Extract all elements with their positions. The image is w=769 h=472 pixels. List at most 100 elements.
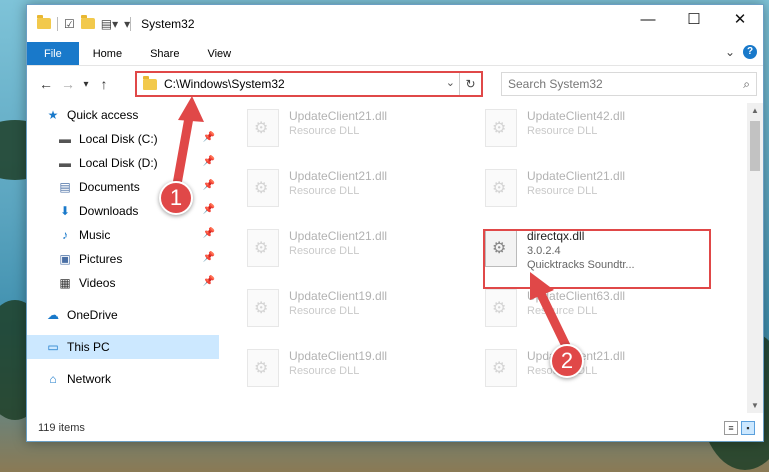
videos-icon: ▦ xyxy=(59,276,71,290)
file-name: UpdateClient21.dll xyxy=(289,109,388,123)
file-item[interactable]: UpdateClient21.dll Resource DLL xyxy=(247,169,447,219)
file-description: Resource DLL xyxy=(527,305,598,317)
file-name: UpdateClient21.dll xyxy=(527,169,626,183)
pin-icon[interactable]: 📌 xyxy=(203,252,215,263)
address-bar[interactable]: C:\Windows\System32 ⌄ ↻ xyxy=(135,71,483,97)
dll-file-icon xyxy=(247,349,279,387)
file-description: Resource DLL xyxy=(289,305,360,317)
sidebar-item-music[interactable]: ♪ Music 📌 xyxy=(27,223,219,247)
pin-icon[interactable]: 📌 xyxy=(203,276,215,287)
search-icon[interactable]: ⌕ xyxy=(743,77,750,92)
customize-toolbar-icon[interactable]: ▤▾ xyxy=(101,17,118,31)
dll-file-icon xyxy=(485,289,517,327)
downloads-icon: ⬇ xyxy=(59,204,71,218)
file-item[interactable]: UpdateClient42.dll Resource DLL xyxy=(485,109,685,159)
maximize-button[interactable]: ☐ xyxy=(671,5,717,35)
scroll-up-icon[interactable]: ▲ xyxy=(747,106,763,115)
file-name: UpdateClient21.dll xyxy=(289,169,388,183)
sidebar-item-label: Network xyxy=(67,372,112,386)
step-1-badge: 1 xyxy=(159,181,193,215)
network-icon: ⌂ xyxy=(49,372,57,386)
search-input[interactable]: Search System32 ⌕ xyxy=(501,72,757,96)
file-item[interactable]: UpdateClient21.dll Resource DLL xyxy=(247,109,447,159)
tab-view[interactable]: View xyxy=(193,42,245,65)
sidebar-item-videos[interactable]: ▦ Videos 📌 xyxy=(27,271,219,295)
file-item[interactable]: UpdateClient21.dll Resource DLL xyxy=(485,169,685,219)
tiles-view-icon[interactable]: ▪ xyxy=(741,421,755,435)
file-description: Resource DLL xyxy=(289,185,360,197)
onedrive-icon: ☁ xyxy=(47,308,59,322)
window-title: System32 xyxy=(141,16,195,31)
minimize-button[interactable]: — xyxy=(625,5,671,35)
file-description: Resource DLL xyxy=(527,125,598,137)
dll-file-icon xyxy=(247,109,279,147)
file-item[interactable]: UpdateClient19.dll Resource DLL xyxy=(247,289,447,339)
sidebar-item-label: Music xyxy=(79,228,111,242)
sidebar-item-label: Downloads xyxy=(79,204,139,218)
documents-icon: ▤ xyxy=(59,180,71,194)
computer-icon: ▭ xyxy=(47,340,59,354)
dll-file-icon xyxy=(485,109,517,147)
properties-icon[interactable]: ☑ xyxy=(64,17,75,31)
star-icon: ★ xyxy=(47,108,59,122)
dll-file-icon xyxy=(485,169,517,207)
folder-icon xyxy=(37,15,51,29)
new-folder-icon[interactable] xyxy=(80,15,95,29)
refresh-button[interactable]: ↻ xyxy=(459,73,481,95)
file-item[interactable]: UpdateClient21.dllResource DLL xyxy=(485,349,685,399)
file-item[interactable]: UpdateClient21.dllResource DLL xyxy=(247,229,447,279)
sidebar-item-label: Quick access xyxy=(67,108,139,122)
item-count: 119 items xyxy=(38,422,85,434)
sidebar-item-local-disk-d[interactable]: ▬ Local Disk (D:) 📌 xyxy=(27,151,219,175)
tab-file[interactable]: File xyxy=(27,42,79,65)
sidebar-item-local-disk-c[interactable]: ▬ Local Disk (C:) 📌 xyxy=(27,127,219,151)
tab-home[interactable]: Home xyxy=(79,42,136,65)
forward-button[interactable]: → xyxy=(57,76,79,92)
recent-locations-button[interactable]: ▾ xyxy=(79,79,93,90)
back-button[interactable]: ← xyxy=(35,76,57,92)
file-item[interactable]: UpdateClient19.dll Resource DLL xyxy=(247,349,447,399)
file-name: UpdateClient21.dll xyxy=(289,229,388,243)
step-2-badge: 2 xyxy=(550,344,584,378)
file-name: UpdateClient19.dll xyxy=(289,349,388,363)
file-item[interactable]: UpdateClient63.dll Resource DLL xyxy=(485,289,685,339)
file-description: Resource DLL xyxy=(289,125,360,137)
search-placeholder: Search System32 xyxy=(508,77,603,91)
pin-icon[interactable]: 📌 xyxy=(203,228,215,239)
pin-icon[interactable]: 📌 xyxy=(203,204,215,215)
tab-share[interactable]: Share xyxy=(136,42,193,65)
scroll-thumb[interactable] xyxy=(750,121,760,171)
status-bar: 119 items ≡ ▪ xyxy=(27,415,763,441)
address-path[interactable]: C:\Windows\System32 xyxy=(164,77,285,91)
up-button[interactable]: ↑ xyxy=(93,76,115,92)
file-description: Resource DLL xyxy=(527,185,598,197)
dll-file-icon xyxy=(247,169,279,207)
sidebar-item-network[interactable]: ⌂ Network xyxy=(27,367,219,391)
divider xyxy=(130,16,132,31)
scroll-down-icon[interactable]: ▼ xyxy=(747,401,763,410)
file-name: UpdateClient42.dll xyxy=(527,109,626,123)
sidebar-item-this-pc[interactable]: ▭ This PC xyxy=(27,335,219,359)
drive-icon: ▬ xyxy=(59,132,71,146)
file-name: UpdateClient63.dll xyxy=(527,289,626,303)
pin-icon[interactable]: 📌 xyxy=(203,180,215,191)
quick-access-toolbar: ☑ ▤▾ ▾ xyxy=(27,15,130,31)
dll-file-icon xyxy=(247,229,279,267)
drive-icon: ▬ xyxy=(59,156,71,170)
sidebar-item-label: OneDrive xyxy=(67,308,118,322)
pin-icon[interactable]: 📌 xyxy=(203,156,215,167)
navigation-bar: ← → ▾ ↑ C:\Windows\System32 ⌄ ↻ Search S… xyxy=(27,66,763,102)
help-icon[interactable]: ? xyxy=(743,45,757,59)
window-controls: — ☐ ✕ xyxy=(625,5,763,35)
details-view-icon[interactable]: ≡ xyxy=(724,421,738,435)
sidebar-item-pictures[interactable]: ▣ Pictures 📌 xyxy=(27,247,219,271)
expand-ribbon-icon[interactable]: ⌄ xyxy=(725,45,735,59)
file-description: Resource DLL xyxy=(289,365,360,377)
sidebar-item-onedrive[interactable]: ☁ OneDrive xyxy=(27,303,219,327)
pin-icon[interactable]: 📌 xyxy=(203,132,215,143)
close-button[interactable]: ✕ xyxy=(717,5,763,35)
vertical-scrollbar[interactable]: ▲ ▼ xyxy=(747,103,763,413)
file-name: UpdateClient19.dll xyxy=(289,289,388,303)
sidebar-item-quick-access[interactable]: ★ Quick access xyxy=(27,103,219,127)
chevron-down-icon[interactable]: ⌄ xyxy=(446,76,455,89)
